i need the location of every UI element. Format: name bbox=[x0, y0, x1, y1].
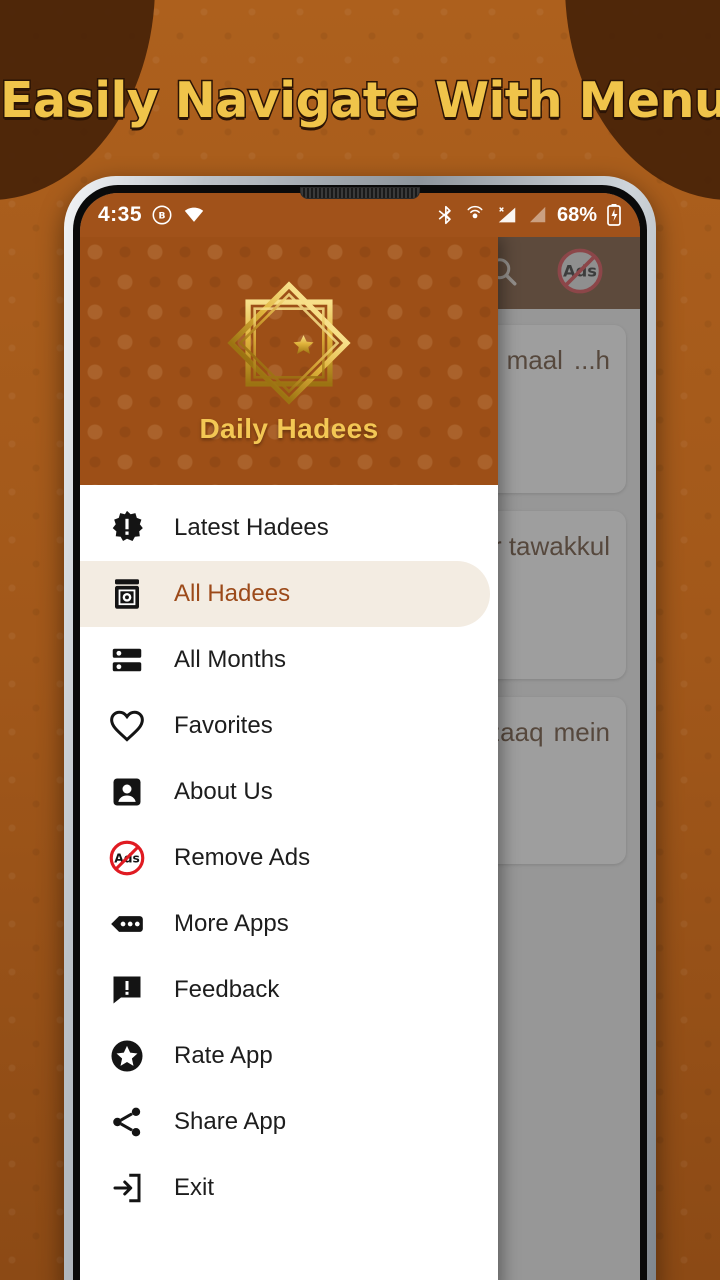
list-storage-icon bbox=[106, 639, 148, 681]
status-bar: 4:35 B 68% bbox=[80, 193, 640, 237]
menu-item-label: Rate App bbox=[174, 1042, 273, 1069]
battery-icon bbox=[606, 203, 622, 227]
more-apps-tag-icon bbox=[106, 903, 148, 945]
navigation-drawer: Daily Hadees Latest Hadees All Hadees Al… bbox=[80, 237, 498, 1280]
earpiece-notch bbox=[300, 187, 420, 199]
bluetooth-icon bbox=[435, 204, 455, 226]
phone-bezel: 4:35 B 68% Daily Hadees Latest Hadees Al… bbox=[73, 185, 647, 1280]
menu-item-label: Share App bbox=[174, 1108, 287, 1135]
menu-item-label: More Apps bbox=[174, 910, 289, 937]
menu-item-more-apps[interactable]: More Apps bbox=[80, 891, 498, 957]
menu-item-feedback[interactable]: Feedback bbox=[80, 957, 498, 1023]
drawer-brand-title: Daily Hadees bbox=[199, 413, 379, 444]
menu-item-label: About Us bbox=[174, 778, 273, 805]
do-not-disturb-icon: B bbox=[151, 204, 173, 226]
no-ads-icon: Ads bbox=[106, 837, 148, 879]
menu-item-latest-hadees[interactable]: Latest Hadees bbox=[80, 495, 498, 561]
book-hadees-icon bbox=[106, 573, 148, 615]
menu-item-label: Exit bbox=[174, 1174, 215, 1201]
menu-item-label: Favorites bbox=[174, 712, 273, 739]
promo-banner: Easily Navigate With Menu 4:35 B 68% Dai… bbox=[0, 0, 720, 1280]
menu-item-label: All Hadees bbox=[174, 580, 291, 607]
drawer-header: Daily Hadees bbox=[80, 237, 498, 485]
battery-percent: 68% bbox=[556, 203, 597, 226]
menu-item-remove-ads[interactable]: Ads Remove Ads bbox=[80, 825, 498, 891]
menu-item-label: Feedback bbox=[174, 976, 280, 1003]
menu-item-exit[interactable]: Exit bbox=[80, 1155, 498, 1221]
menu-item-all-hadees[interactable]: All Hadees bbox=[80, 561, 490, 627]
phone-screen: 4:35 B 68% Daily Hadees Latest Hadees Al… bbox=[80, 193, 640, 1280]
menu-item-label: All Months bbox=[174, 646, 287, 673]
star-crescent-logo bbox=[227, 281, 351, 405]
menu-item-all-months[interactable]: All Months bbox=[80, 627, 498, 693]
wifi-icon bbox=[182, 204, 206, 226]
new-releases-icon bbox=[106, 507, 148, 549]
svg-text:B: B bbox=[159, 211, 166, 222]
menu-item-favorites[interactable]: Favorites bbox=[80, 693, 498, 759]
phone-mockup: 4:35 B 68% Daily Hadees Latest Hadees Al… bbox=[64, 176, 656, 1280]
account-box-icon bbox=[106, 771, 148, 813]
hotspot-icon bbox=[464, 204, 486, 226]
exit-icon bbox=[106, 1167, 148, 1209]
menu-item-about-us[interactable]: About Us bbox=[80, 759, 498, 825]
sim-icon bbox=[528, 204, 548, 226]
menu-item-label: Remove Ads bbox=[174, 844, 311, 871]
share-icon bbox=[106, 1101, 148, 1143]
menu-item-label: Latest Hadees bbox=[174, 514, 329, 541]
signal-icon bbox=[495, 204, 519, 226]
heart-icon bbox=[106, 705, 148, 747]
star-circle-icon bbox=[106, 1035, 148, 1077]
feedback-icon bbox=[106, 969, 148, 1011]
drawer-menu: Latest Hadees All Hadees All Months Favo… bbox=[80, 485, 498, 1280]
menu-item-rate-app[interactable]: Rate App bbox=[80, 1023, 498, 1089]
promo-headline: Easily Navigate With Menu bbox=[0, 71, 720, 131]
status-time: 4:35 bbox=[98, 203, 143, 226]
menu-item-share-app[interactable]: Share App bbox=[80, 1089, 498, 1155]
